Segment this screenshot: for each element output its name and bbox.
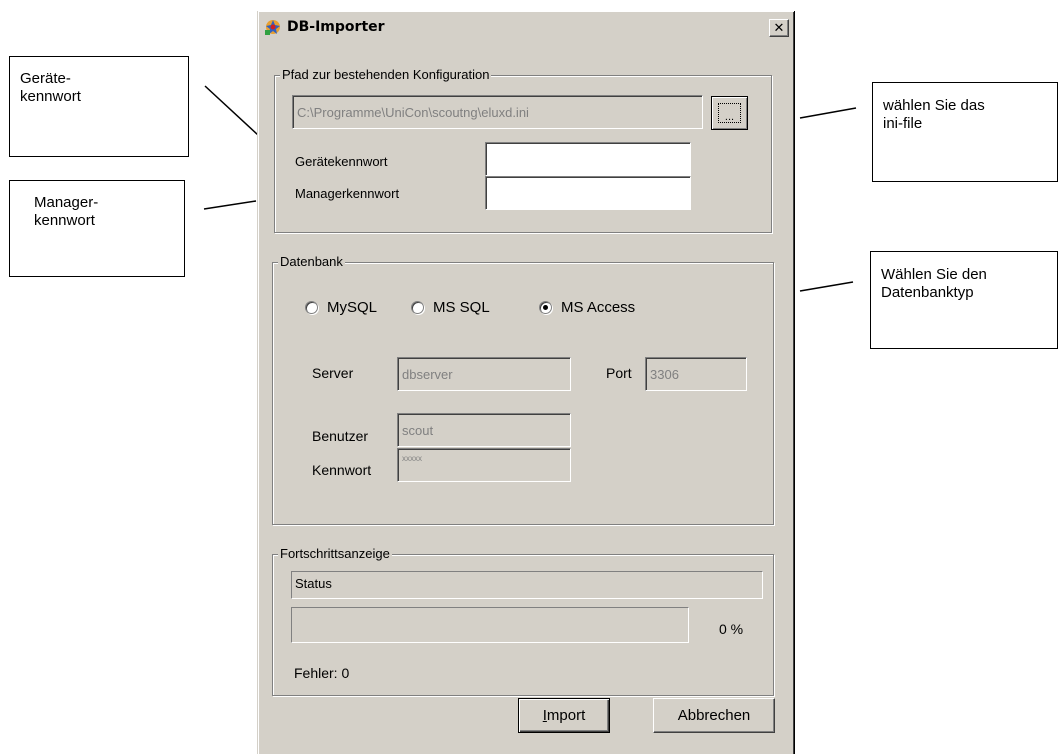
config-group: Pfad zur bestehenden Konfiguration ... G… — [274, 67, 772, 233]
progress-percent: 0 % — [719, 621, 744, 637]
import-label: mport — [546, 707, 586, 724]
manager-password-input[interactable] — [485, 176, 691, 210]
cancel-label: Abbrechen — [677, 707, 751, 724]
radio-selected-dot — [543, 305, 548, 310]
radio-msaccess[interactable]: MS Access — [539, 299, 635, 316]
import-button[interactable]: Import — [518, 698, 610, 733]
progress-group: Fortschrittsanzeige Status 0 % Fehler: 0 — [272, 546, 774, 696]
config-group-legend: Pfad zur bestehenden Konfiguration — [280, 67, 492, 83]
radio-msaccess-label: MS Access — [561, 299, 636, 316]
db-password-label: Kennwort — [312, 462, 372, 478]
radio-msaccess-circle — [539, 301, 552, 314]
radio-mssql-label: MS SQL — [433, 299, 490, 316]
device-password-input[interactable] — [485, 142, 691, 176]
error-count: Fehler: 0 — [294, 665, 350, 681]
connector-inifile — [799, 107, 857, 119]
user-input[interactable] — [397, 413, 571, 447]
db-password-input[interactable] — [397, 448, 571, 482]
progress-bar — [291, 607, 689, 643]
app-icon — [265, 20, 280, 35]
database-group-legend: Datenbank — [278, 254, 345, 270]
device-password-label: Gerätekennwort — [295, 154, 388, 169]
status-text: Status — [295, 576, 332, 591]
title-bar[interactable]: DB-Importer ✕ — [261, 14, 791, 41]
radio-mssql[interactable]: MS SQL — [411, 299, 490, 316]
window-title: DB-Importer — [287, 19, 385, 35]
progress-group-legend: Fortschrittsanzeige — [278, 546, 392, 562]
port-input[interactable] — [645, 357, 747, 391]
server-input[interactable] — [397, 357, 571, 391]
radio-mysql-label: MySQL — [327, 299, 378, 316]
server-label: Server — [312, 365, 354, 381]
connector-managerkennwort — [203, 200, 257, 210]
radio-mssql-circle — [411, 301, 424, 314]
browse-button[interactable]: ... — [711, 96, 748, 130]
radio-mysql-circle — [305, 301, 318, 314]
config-path-input[interactable] — [292, 95, 703, 129]
browse-dots-icon: ... — [718, 103, 741, 123]
radio-mysql[interactable]: MySQL — [305, 299, 377, 316]
connector-geraetekennwort — [204, 85, 259, 136]
manager-password-label: Managerkennwort — [295, 186, 400, 201]
cancel-button[interactable]: Abbrechen — [653, 698, 775, 733]
database-group: Datenbank MySQL MS SQL MS Access Server … — [272, 254, 774, 525]
close-button[interactable]: ✕ — [769, 19, 789, 37]
db-importer-window: DB-Importer ✕ Pfad zur bestehenden Konfi… — [257, 11, 795, 754]
port-label: Port — [606, 365, 632, 381]
close-icon: ✕ — [773, 20, 785, 36]
status-field: Status — [291, 571, 763, 599]
connector-datenbanktyp — [799, 281, 854, 292]
user-label: Benutzer — [312, 428, 369, 444]
